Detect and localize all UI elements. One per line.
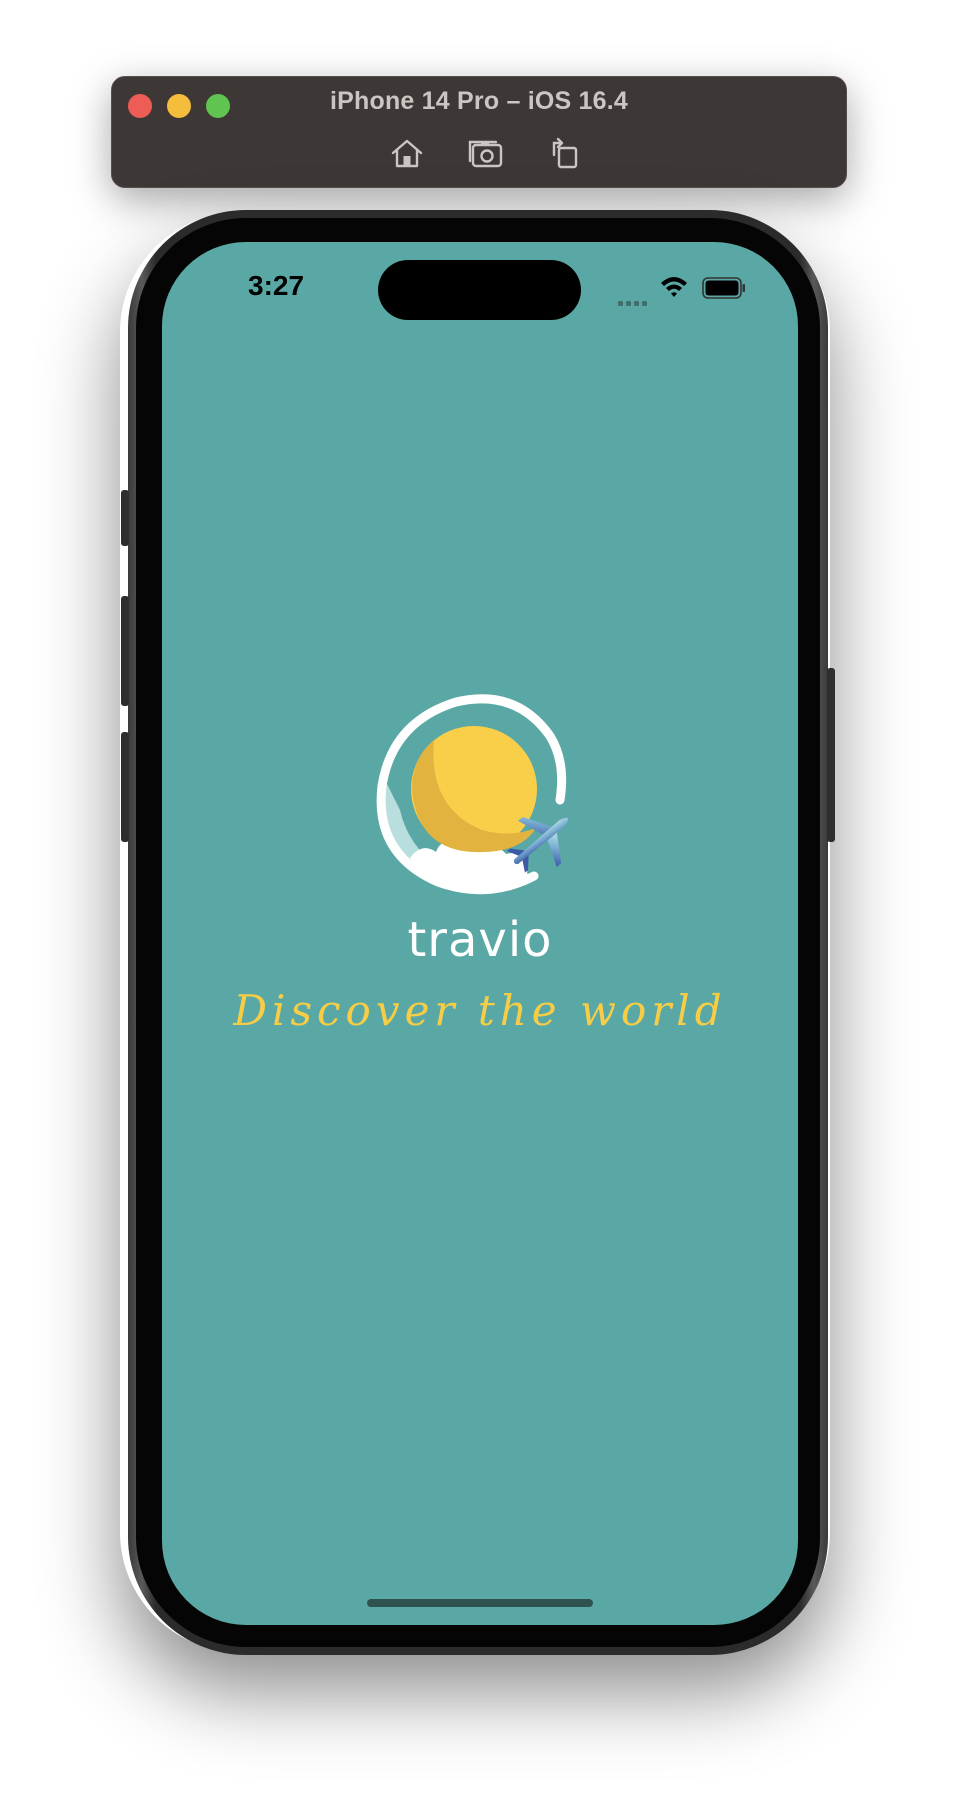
screenshot-button[interactable] bbox=[466, 135, 506, 171]
simulator-title: iPhone 14 Pro – iOS 16.4 bbox=[330, 87, 628, 115]
app-screen: 3:27 travio Discover the world bbox=[162, 242, 798, 1625]
cellular-signal-icon bbox=[618, 293, 652, 306]
side-power-button[interactable] bbox=[827, 668, 835, 842]
volume-up-button[interactable] bbox=[121, 596, 129, 706]
home-indicator[interactable] bbox=[367, 1599, 593, 1607]
battery-icon bbox=[702, 277, 745, 299]
home-button[interactable] bbox=[387, 135, 427, 171]
wifi-icon bbox=[661, 277, 687, 297]
app-name: travio bbox=[407, 912, 553, 968]
dynamic-island bbox=[378, 260, 581, 320]
volume-down-button[interactable] bbox=[121, 732, 129, 842]
tagline: Discover the world bbox=[233, 986, 727, 1035]
simulator-window: iPhone 14 Pro – iOS 16.4 3:27 travio Dis… bbox=[0, 0, 958, 1804]
action-button[interactable] bbox=[121, 490, 129, 546]
screenshot-icon bbox=[468, 140, 503, 168]
status-time: 3:27 bbox=[248, 270, 305, 301]
simulator-title-bar: iPhone 14 Pro – iOS 16.4 bbox=[111, 76, 847, 188]
rotate-icon bbox=[552, 137, 578, 169]
rotate-button[interactable] bbox=[544, 135, 584, 171]
sun-with-airplane-logo bbox=[376, 694, 569, 895]
home-icon bbox=[391, 139, 423, 168]
